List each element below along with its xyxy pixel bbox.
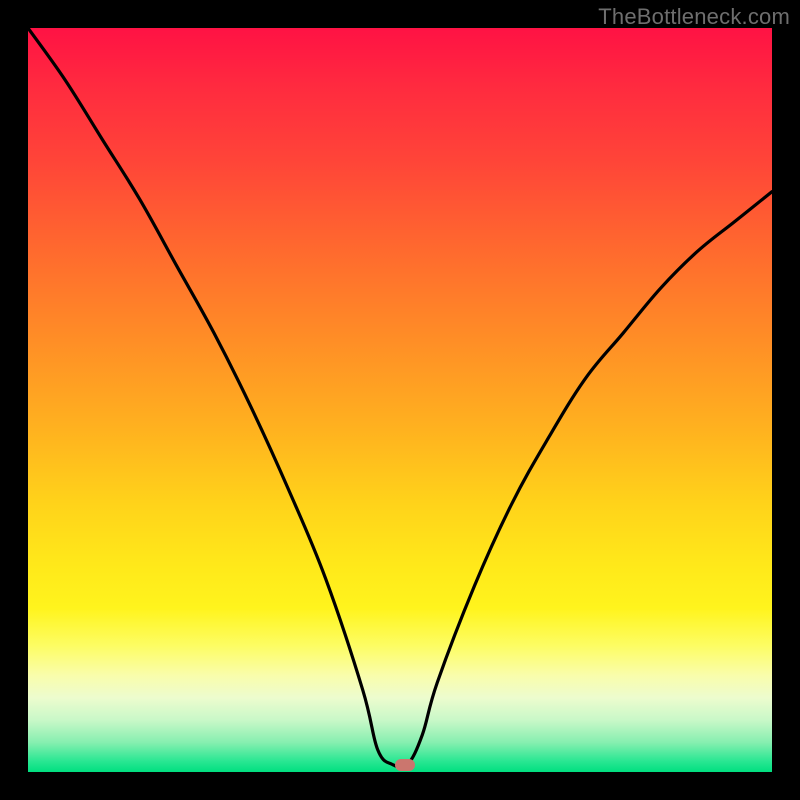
bottleneck-curve (28, 28, 772, 772)
optimum-marker (395, 759, 415, 771)
watermark-text: TheBottleneck.com (598, 4, 790, 30)
chart-stage: TheBottleneck.com (0, 0, 800, 800)
plot-area (28, 28, 772, 772)
